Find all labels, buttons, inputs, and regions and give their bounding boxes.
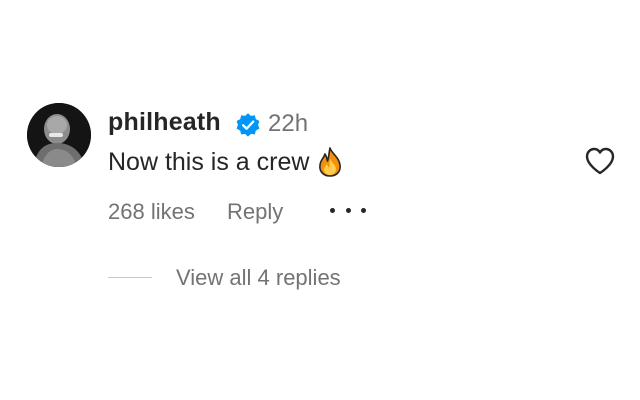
more-options-icon[interactable] xyxy=(330,200,366,220)
avatar[interactable] xyxy=(27,103,91,167)
dot xyxy=(361,207,366,213)
heart-icon[interactable] xyxy=(584,146,616,176)
dot xyxy=(330,207,335,213)
comment-timestamp: 22h xyxy=(268,110,309,137)
comment-text: Now this is a crew xyxy=(108,147,310,176)
dot xyxy=(345,207,351,213)
comment: philheath 22h Now this is a crew 268 lik… xyxy=(0,0,640,400)
verified-badge-icon xyxy=(236,113,260,137)
comment-body: Now this is a crew xyxy=(108,146,343,178)
username[interactable]: philheath xyxy=(108,108,221,137)
view-replies-button[interactable]: View all 4 replies xyxy=(176,265,341,291)
replies-divider xyxy=(108,277,152,278)
avatar-photo xyxy=(27,103,91,167)
fire-emoji-icon xyxy=(319,147,342,177)
reply-button[interactable]: Reply xyxy=(227,199,283,225)
likes-count[interactable]: 268 likes xyxy=(108,199,195,225)
